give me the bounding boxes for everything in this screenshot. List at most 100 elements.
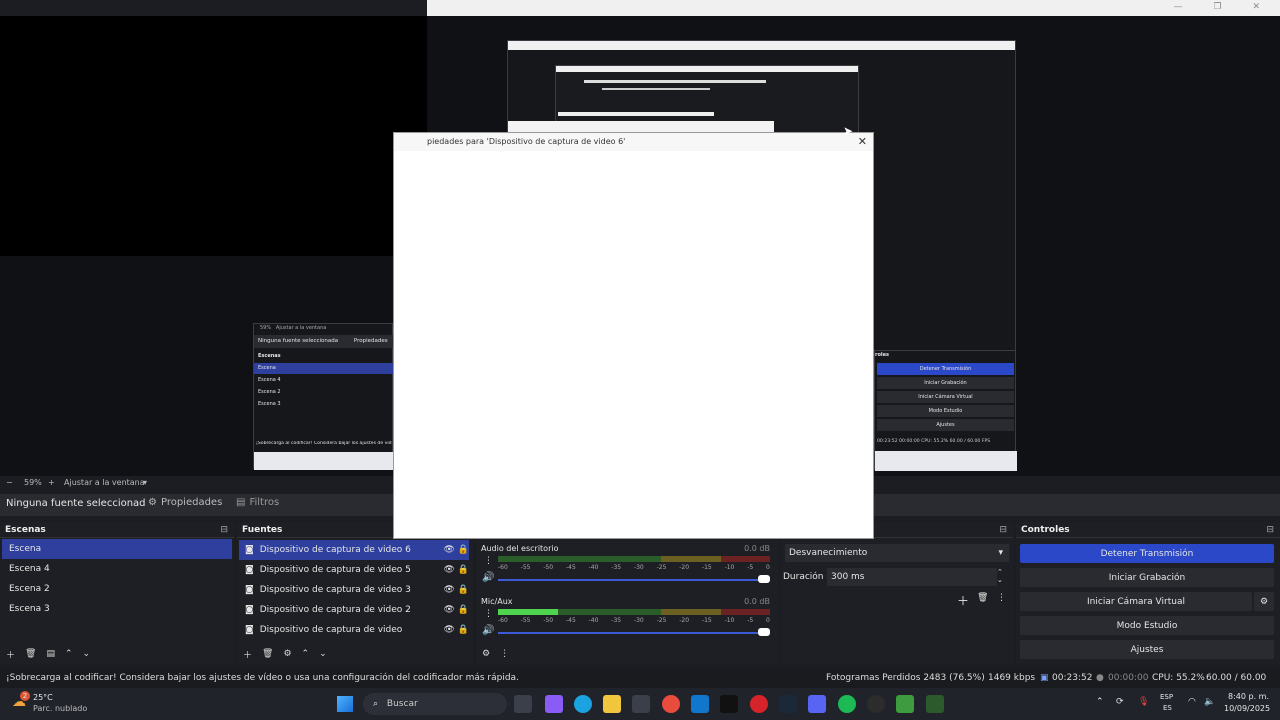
transition-select[interactable]: Desvanecimiento ▾ xyxy=(785,544,1009,562)
lock-icon[interactable]: 🔒 xyxy=(458,620,469,640)
windows-start-icon[interactable] xyxy=(337,696,353,712)
wifi-icon[interactable]: ◠ xyxy=(1188,697,1196,707)
zoom-out-button[interactable]: − xyxy=(6,478,13,487)
chevron-down-icon[interactable]: ▾ xyxy=(143,478,147,487)
terminal-icon[interactable] xyxy=(720,695,738,713)
start-recording-button[interactable]: Iniciar Grabación xyxy=(1020,568,1274,587)
mixer-settings-icon[interactable]: ⚙ xyxy=(482,649,490,659)
controls-title: Controles ⊟ xyxy=(1016,522,1280,538)
chrome-icon[interactable] xyxy=(662,695,680,713)
chevron-up-icon[interactable]: ⌃ xyxy=(1096,697,1104,707)
close-icon[interactable]: ✕ xyxy=(858,135,867,148)
speaker-icon[interactable]: 🔊 xyxy=(482,625,494,636)
gear-icon: ⚙ xyxy=(148,497,157,508)
scene-item[interactable]: Escena 4 xyxy=(2,559,232,579)
trash-icon[interactable]: 🗑 xyxy=(25,649,36,659)
meter-tick: -30 xyxy=(633,564,644,571)
scene-item[interactable]: Escena xyxy=(2,539,232,559)
keyboard-layout[interactable]: ES xyxy=(1163,704,1172,712)
more-icon[interactable]: ⋮ xyxy=(500,649,509,659)
obs-icon[interactable] xyxy=(867,695,885,713)
add-icon[interactable]: ＋ xyxy=(957,592,969,609)
chevron-down-icon[interactable]: ⌄ xyxy=(319,649,327,659)
task-view-icon[interactable] xyxy=(514,695,532,713)
properties-button[interactable]: ⚙ Propiedades xyxy=(148,497,222,508)
eye-icon[interactable]: 👁 xyxy=(443,600,454,620)
mic-icon[interactable]: 🎙 xyxy=(1138,697,1149,707)
volume-icon[interactable]: 🔈 xyxy=(1204,697,1215,707)
speaker-icon[interactable]: 🔊 xyxy=(482,572,494,583)
minecraft-launcher-icon[interactable] xyxy=(926,695,944,713)
channel-db: 0.0 dB xyxy=(744,597,770,606)
language[interactable]: ESP xyxy=(1160,693,1173,701)
nested-no-source: Ninguna fuente seleccionada xyxy=(258,338,339,344)
lock-icon[interactable]: 🔒 xyxy=(458,560,469,580)
add-icon[interactable]: ＋ xyxy=(6,648,15,661)
search-box[interactable]: ⌕ Buscar xyxy=(363,693,507,715)
source-name: Dispositivo de captura de video 5 xyxy=(259,565,411,575)
more-icon[interactable]: ⋮ xyxy=(997,593,1006,603)
meter-tick: -5 xyxy=(747,564,754,571)
undock-icon[interactable]: ⊟ xyxy=(999,522,1007,538)
fit-window-button[interactable]: Ajustar a la ventana xyxy=(64,478,145,487)
gear-icon[interactable]: ⚙ xyxy=(1254,592,1274,611)
edge-icon[interactable] xyxy=(574,695,592,713)
app-icon[interactable] xyxy=(632,695,650,713)
volume-slider[interactable] xyxy=(498,579,764,581)
volume-handle[interactable] xyxy=(758,628,770,636)
settings-button[interactable]: Ajustes xyxy=(1020,640,1274,659)
sources-list: ◙ Dispositivo de captura de video 6 👁 🔒 ◙ D… xyxy=(239,540,469,640)
clock-date[interactable]: 10/09/2025 xyxy=(1224,704,1270,713)
chevron-up-icon[interactable]: ⌃ xyxy=(65,649,73,659)
filters-button[interactable]: ▤ Filtros xyxy=(236,497,279,508)
source-item[interactable]: ◙ Dispositivo de captura de video 2 👁 🔒 xyxy=(239,600,469,620)
source-item[interactable]: ◙ Dispositivo de captura de video 5 👁 🔒 xyxy=(239,560,469,580)
minecraft-icon[interactable] xyxy=(896,695,914,713)
opera-icon[interactable] xyxy=(750,695,768,713)
zoom-in-button[interactable]: + xyxy=(48,478,55,487)
studio-mode-button[interactable]: Modo Estudio xyxy=(1020,616,1274,635)
duration-input[interactable]: 300 ms xyxy=(827,568,997,586)
stop-stream-button[interactable]: Detener Transmisión xyxy=(1020,544,1274,563)
undock-icon[interactable]: ⊟ xyxy=(1266,522,1274,538)
lock-icon[interactable]: 🔒 xyxy=(458,540,469,560)
window-controls[interactable]: — ❐ ✕ xyxy=(1174,2,1274,12)
lock-icon[interactable]: 🔒 xyxy=(458,580,469,600)
stepper-icon[interactable]: ⌃ ⌄ xyxy=(997,568,1003,584)
more-icon[interactable]: ⋮ xyxy=(484,609,493,619)
virtual-camera-button[interactable]: Iniciar Cámara Virtual xyxy=(1020,592,1252,611)
discord-icon[interactable] xyxy=(808,695,826,713)
meter-tick: -25 xyxy=(656,564,667,571)
volume-handle[interactable] xyxy=(758,575,770,583)
eye-icon[interactable]: 👁 xyxy=(443,580,454,600)
lock-icon[interactable]: 🔒 xyxy=(458,600,469,620)
clock-time[interactable]: 8:40 p. m. xyxy=(1228,692,1269,701)
gear-icon[interactable]: ⚙ xyxy=(283,649,291,659)
scene-item[interactable]: Escena 2 xyxy=(2,579,232,599)
filter-icon[interactable]: ▤ xyxy=(46,649,55,659)
undock-icon[interactable]: ⊟ xyxy=(220,522,228,538)
meter-tick: 0 xyxy=(766,564,770,571)
chevron-down-icon[interactable]: ⌄ xyxy=(83,649,91,659)
eye-icon[interactable]: 👁 xyxy=(443,560,454,580)
folder-icon[interactable] xyxy=(603,695,621,713)
trash-icon[interactable]: 🗑 xyxy=(262,649,273,659)
source-item[interactable]: ◙ Dispositivo de captura de video 3 👁 🔒 xyxy=(239,580,469,600)
trash-icon[interactable]: 🗑 xyxy=(977,593,988,603)
outlook-icon[interactable] xyxy=(691,695,709,713)
source-item[interactable]: ◙ Dispositivo de captura de video 👁 🔒 xyxy=(239,620,469,640)
copilot-icon[interactable] xyxy=(545,695,563,713)
eye-icon[interactable]: 👁 xyxy=(443,620,454,640)
volume-slider[interactable] xyxy=(498,632,764,634)
add-icon[interactable]: ＋ xyxy=(243,648,252,661)
source-item[interactable]: ◙ Dispositivo de captura de video 6 👁 🔒 xyxy=(239,540,469,560)
spotify-icon[interactable] xyxy=(838,695,856,713)
eye-icon[interactable]: 👁 xyxy=(443,540,454,560)
more-icon[interactable]: ⋮ xyxy=(484,556,493,566)
channel-name: Audio del escritorio xyxy=(481,544,559,553)
steam-icon[interactable] xyxy=(779,695,797,713)
scene-item[interactable]: Escena 3 xyxy=(2,599,232,619)
meter-tick: 0 xyxy=(766,617,770,624)
sync-icon[interactable]: ⟳ xyxy=(1116,697,1124,707)
chevron-up-icon[interactable]: ⌃ xyxy=(302,649,310,659)
